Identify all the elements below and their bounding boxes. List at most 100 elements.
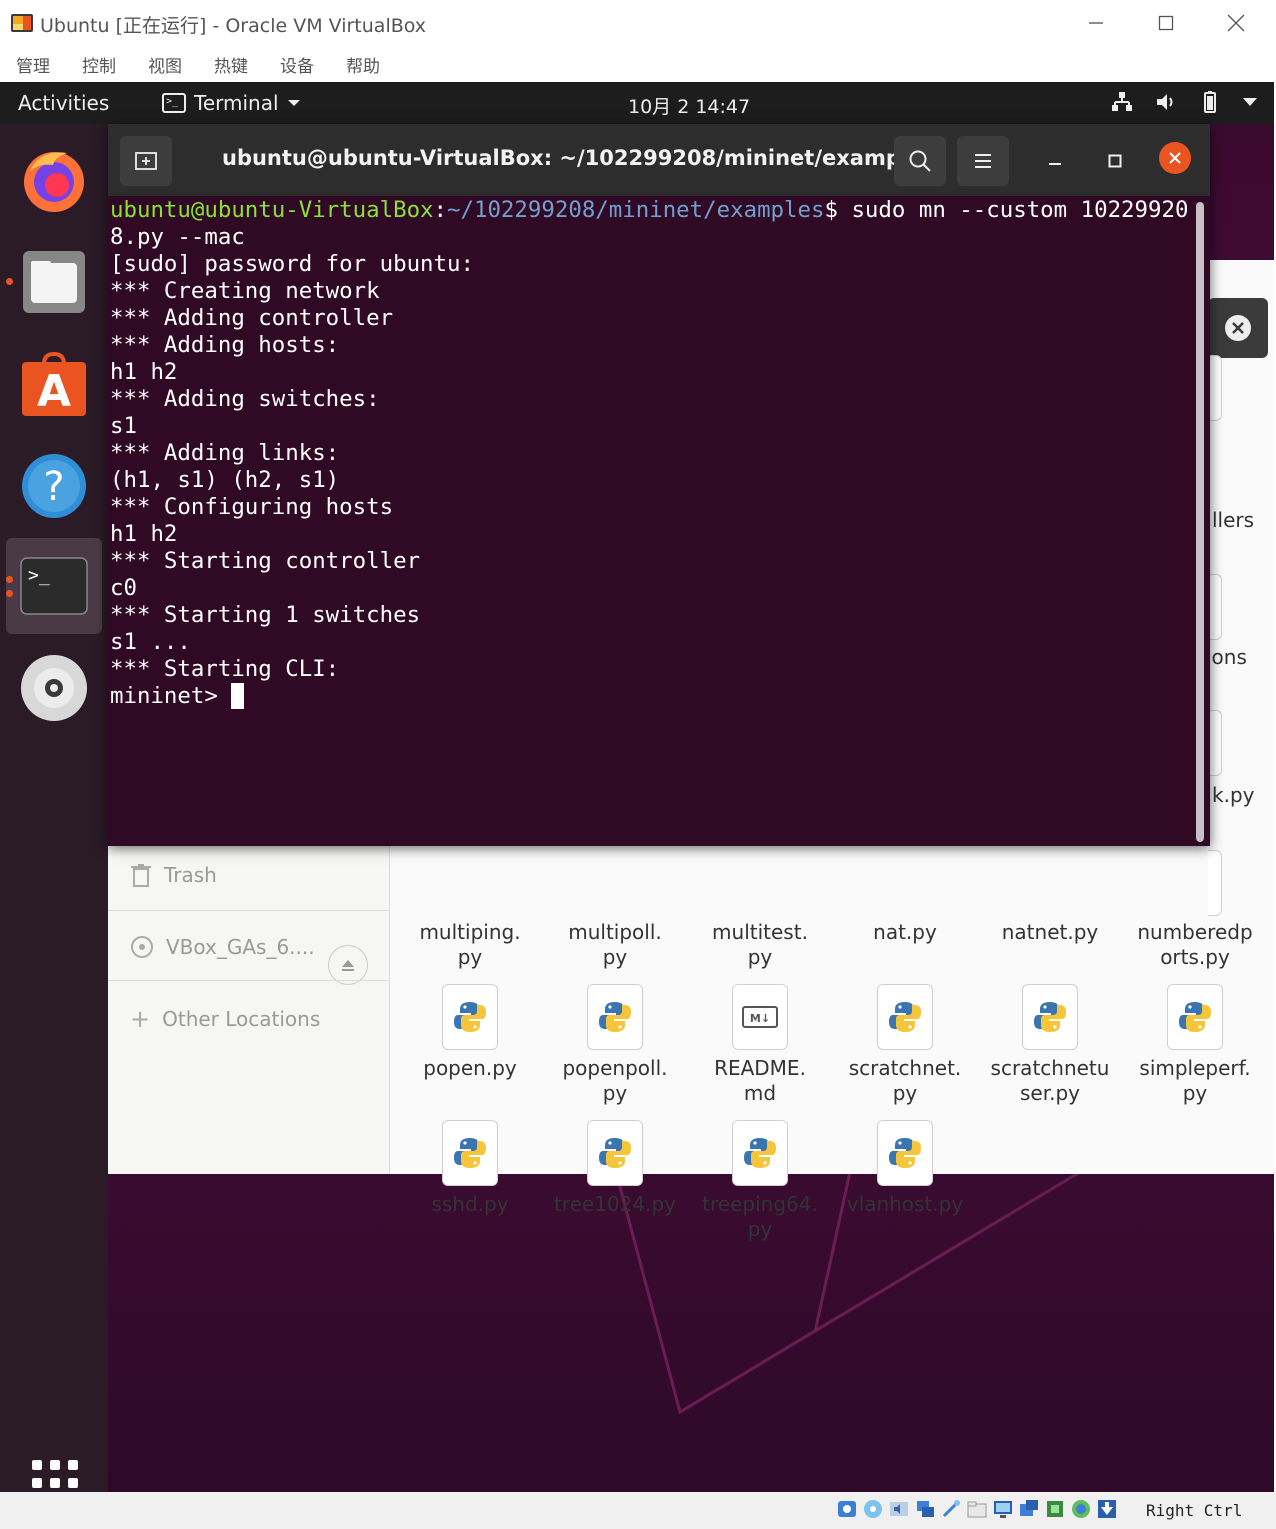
file-item[interactable]: numberedp orts.py	[1125, 920, 1265, 970]
file-item[interactable]: sshd.py	[400, 1120, 540, 1217]
files-icon	[23, 251, 85, 313]
sidebar-item-vbox-gas[interactable]: VBox_GAs_6....	[130, 935, 315, 959]
plus-icon: +	[130, 1005, 151, 1033]
vbox-statusbar: Right Ctrl	[0, 1492, 1276, 1529]
virtualbox-app-icon	[11, 14, 33, 32]
python-icon	[1022, 984, 1078, 1050]
mouse-integration-icon[interactable]	[1070, 1498, 1092, 1520]
network-adapter-icon[interactable]	[914, 1498, 936, 1520]
optical-disc-icon	[21, 655, 87, 721]
terminal-maximize-button[interactable]	[1100, 146, 1130, 176]
file-item[interactable]: nat.py	[835, 920, 975, 945]
python-icon	[587, 1120, 643, 1186]
video-capture-icon[interactable]	[1018, 1498, 1040, 1520]
file-item[interactable]: popenpoll. py	[545, 984, 685, 1106]
new-tab-icon	[135, 152, 157, 170]
terminal-output[interactable]: ubuntu@ubuntu-VirtualBox:~/102299208/min…	[110, 196, 1192, 842]
app-menu[interactable]: >_ Terminal	[162, 91, 301, 115]
terminal-line: (h1, s1) (h2, s1)	[110, 467, 340, 493]
file-label-partial: llers	[1212, 508, 1255, 532]
file-item[interactable]: scratchnetu ser.py	[980, 984, 1120, 1106]
terminal-line: 8.py --mac	[110, 224, 245, 250]
dock-firefox[interactable]	[6, 132, 102, 228]
file-item[interactable]: popen.py	[400, 984, 540, 1081]
file-item[interactable]: simpleperf. py	[1125, 984, 1265, 1106]
file-item[interactable]: multiping. py	[400, 920, 540, 970]
new-tab-button[interactable]	[120, 136, 172, 186]
software-center-icon: A	[22, 351, 86, 417]
sidebar-item-other-locations[interactable]: + Other Locations	[130, 1005, 320, 1033]
running-indicator	[6, 576, 13, 583]
guest-display[interactable]: Activities >_ Terminal 10月 2 14:47 A ? >…	[0, 82, 1274, 1492]
prompt-dollar: $	[824, 197, 852, 223]
file-icon-partial	[1208, 574, 1222, 640]
files-close-button[interactable]	[1208, 298, 1268, 358]
vbox-status-icons	[836, 1498, 1118, 1520]
file-item[interactable]: multipoll. py	[545, 920, 685, 970]
menu-control[interactable]: 控制	[82, 52, 116, 77]
file-label: numberedp orts.py	[1137, 920, 1253, 969]
file-label-partial: ions	[1206, 645, 1247, 669]
terminal-title: ubuntu@ubuntu-VirtualBox: ~/102299208/mi…	[222, 146, 935, 170]
maximize-icon	[1158, 15, 1174, 31]
terminal-minimize-button[interactable]	[1040, 146, 1070, 176]
usb-icon[interactable]	[940, 1498, 962, 1520]
file-item[interactable]: scratchnet. py	[835, 984, 975, 1106]
activities-button[interactable]: Activities	[18, 91, 109, 115]
eject-button[interactable]	[328, 945, 368, 985]
file-item[interactable]: vlanhost.py	[835, 1120, 975, 1217]
cpu-icon[interactable]	[1044, 1498, 1066, 1520]
minimize-button[interactable]	[1066, 6, 1126, 40]
file-item[interactable]: tree1024.py	[545, 1120, 685, 1217]
search-button[interactable]	[894, 136, 946, 186]
dock-files[interactable]	[6, 234, 102, 330]
close-icon	[1227, 14, 1245, 32]
menu-hotkeys[interactable]: 热键	[214, 52, 248, 77]
terminal-window[interactable]: ubuntu@ubuntu-VirtualBox: ~/102299208/mi…	[108, 124, 1210, 846]
menu-manage[interactable]: 管理	[16, 52, 50, 77]
close-icon	[1169, 152, 1181, 164]
show-applications-button[interactable]	[32, 1460, 78, 1492]
search-icon	[909, 150, 931, 172]
file-icon-partial	[1208, 850, 1222, 916]
file-item[interactable]: treeping64. py	[690, 1120, 830, 1242]
menu-help[interactable]: 帮助	[346, 52, 380, 77]
dock-disc[interactable]	[6, 640, 102, 736]
dock-terminal[interactable]: >_	[6, 538, 102, 634]
shared-folder-icon[interactable]	[966, 1498, 988, 1520]
file-item[interactable]: natnet.py	[980, 920, 1120, 945]
system-tray[interactable]	[1110, 90, 1258, 114]
terminal-scrollbar[interactable]	[1196, 202, 1204, 842]
eject-icon	[342, 960, 354, 971]
python-icon	[732, 1120, 788, 1186]
clock[interactable]: 10月 2 14:47	[628, 92, 750, 119]
dock-software[interactable]: A	[6, 336, 102, 432]
close-button[interactable]	[1206, 6, 1266, 40]
dock-help[interactable]: ?	[6, 438, 102, 534]
python-icon	[442, 1120, 498, 1186]
keyboard-capture-icon[interactable]	[1096, 1498, 1118, 1520]
maximize-button[interactable]	[1136, 6, 1196, 40]
terminal-line: [sudo] password for ubuntu:	[110, 251, 474, 277]
sidebar-item-trash[interactable]: Trash	[130, 863, 217, 887]
menu-devices[interactable]: 设备	[280, 52, 314, 77]
file-item[interactable]: M↓ README. md	[690, 984, 830, 1106]
terminal-line: *** Starting 1 switches	[110, 602, 421, 628]
file-label: popen.py	[423, 1056, 517, 1080]
app-menu-label: Terminal	[194, 91, 279, 115]
menu-button[interactable]	[957, 136, 1009, 186]
terminal-line: *** Starting CLI:	[110, 656, 340, 682]
markdown-icon: M↓	[732, 984, 788, 1050]
hard-disk-icon[interactable]	[836, 1498, 858, 1520]
file-item[interactable]: multitest. py	[690, 920, 830, 970]
file-label: popenpoll. py	[562, 1056, 668, 1105]
terminal-close-button[interactable]	[1159, 142, 1191, 174]
audio-icon[interactable]	[888, 1498, 910, 1520]
optical-drive-icon[interactable]	[862, 1498, 884, 1520]
menu-view[interactable]: 视图	[148, 52, 182, 77]
ubuntu-dock: A ? >_	[0, 124, 108, 1492]
display-icon[interactable]	[992, 1498, 1014, 1520]
terminal-line: c0	[110, 575, 137, 601]
hamburger-menu-icon	[975, 154, 991, 168]
terminal-small-icon: >_	[162, 93, 186, 113]
